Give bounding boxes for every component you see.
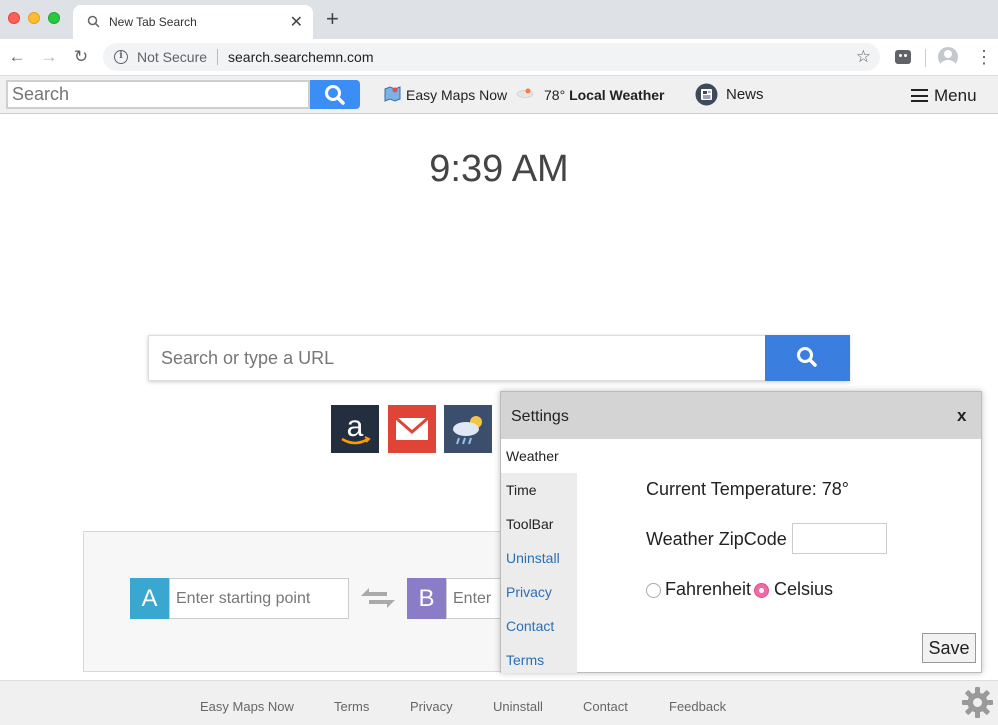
- hamburger-icon: [911, 89, 928, 102]
- settings-title: Settings: [511, 408, 569, 425]
- settings-link-privacy[interactable]: Privacy: [501, 575, 577, 609]
- footer-link-privacy[interactable]: Privacy: [410, 699, 453, 714]
- weather-temp: 78°: [544, 87, 566, 103]
- clock: 9:39 AM: [429, 148, 569, 190]
- search-icon: [325, 85, 345, 105]
- footer-link-contact[interactable]: Contact: [583, 699, 628, 714]
- reload-icon[interactable]: ↻: [71, 47, 91, 67]
- settings-close-button[interactable]: x: [957, 406, 966, 426]
- footer-link-feedback[interactable]: Feedback: [669, 699, 726, 714]
- browser-toolbar: ← → ↻ i Not Secure search.searchemn.com …: [0, 39, 998, 76]
- forward-icon[interactable]: →: [39, 47, 59, 67]
- divider: [217, 49, 218, 65]
- security-status[interactable]: Not Secure: [137, 49, 207, 65]
- starting-point-input[interactable]: [169, 578, 349, 619]
- tab-close-icon[interactable]: ✕: [290, 12, 303, 32]
- fahrenheit-label[interactable]: Fahrenheit: [665, 579, 751, 600]
- footer-link-terms[interactable]: Terms: [334, 699, 369, 714]
- zipcode-input[interactable]: [792, 523, 887, 554]
- celsius-radio[interactable]: [754, 583, 769, 598]
- url-text[interactable]: search.searchemn.com: [228, 49, 374, 65]
- profile-avatar[interactable]: [938, 47, 958, 67]
- maximize-window-button[interactable]: [48, 12, 60, 24]
- divider: [925, 49, 926, 67]
- info-icon[interactable]: i: [114, 50, 128, 64]
- weather-label: Local Weather: [569, 87, 665, 103]
- settings-tab-toolbar[interactable]: ToolBar: [501, 507, 577, 541]
- news-icon: [695, 83, 718, 106]
- settings-link-contact[interactable]: Contact: [501, 609, 577, 643]
- amazon-icon: a: [341, 410, 371, 445]
- gear-icon[interactable]: [961, 686, 994, 719]
- local-weather-link[interactable]: 78° Local Weather: [544, 87, 665, 103]
- browser-menu-icon[interactable]: ⋮: [975, 48, 993, 66]
- fahrenheit-radio[interactable]: [646, 583, 661, 598]
- weather-rain-icon: [453, 416, 482, 445]
- current-temperature: Current Temperature: 78°: [646, 479, 849, 499]
- address-bar[interactable]: i Not Secure search.searchemn.com ☆: [103, 43, 880, 71]
- new-tab-button[interactable]: +: [326, 8, 339, 30]
- tab-title: New Tab Search: [109, 15, 197, 29]
- zipcode-label: Weather ZipCode: [646, 529, 787, 549]
- svg-text:a: a: [347, 410, 364, 443]
- minimize-window-button[interactable]: [28, 12, 40, 24]
- settings-tab-time[interactable]: Time: [501, 473, 577, 507]
- footer-link-easy-maps[interactable]: Easy Maps Now: [200, 699, 294, 714]
- easy-maps-link[interactable]: Easy Maps Now: [406, 87, 507, 103]
- search-icon: [797, 347, 817, 367]
- save-button[interactable]: Save: [922, 633, 976, 663]
- mail-icon: [395, 416, 429, 440]
- toolbar-search-button[interactable]: [310, 80, 360, 109]
- toolbar-search-input[interactable]: [6, 80, 310, 109]
- main-search-input[interactable]: [149, 336, 765, 380]
- browser-tab-bar: New Tab Search ✕ +: [0, 0, 998, 39]
- close-window-button[interactable]: [8, 12, 20, 24]
- weather-cloud-icon: [516, 88, 534, 98]
- back-icon[interactable]: ←: [7, 47, 27, 67]
- settings-tab-weather[interactable]: Weather: [501, 439, 577, 473]
- extension-robot-icon[interactable]: [895, 50, 911, 64]
- main-search-bar: [148, 335, 850, 381]
- menu-button[interactable]: Menu: [911, 86, 977, 106]
- footer-link-uninstall[interactable]: Uninstall: [493, 699, 543, 714]
- settings-nav: Weather Time ToolBar Uninstall Privacy C…: [501, 439, 577, 673]
- swap-arrows-icon[interactable]: [359, 586, 397, 610]
- gmail-shortcut[interactable]: [388, 405, 436, 453]
- point-b-badge: B: [407, 578, 446, 619]
- bookmark-star-icon[interactable]: ☆: [856, 47, 871, 67]
- map-icon: [384, 86, 401, 102]
- amazon-shortcut[interactable]: a: [331, 405, 379, 453]
- menu-label: Menu: [934, 86, 977, 105]
- browser-tab[interactable]: New Tab Search ✕: [73, 5, 313, 39]
- settings-link-uninstall[interactable]: Uninstall: [501, 541, 577, 575]
- point-a-badge: A: [130, 578, 169, 619]
- settings-panel: Settings x Weather Time ToolBar Uninstal…: [500, 391, 982, 673]
- news-link[interactable]: News: [726, 86, 764, 103]
- page-toolbar: Easy Maps Now 78° Local Weather News Men…: [0, 76, 998, 114]
- search-icon: [87, 15, 100, 28]
- settings-header: Settings x: [501, 392, 981, 439]
- weather-shortcut[interactable]: [444, 405, 492, 453]
- celsius-label[interactable]: Celsius: [774, 579, 833, 600]
- main-search-button[interactable]: [765, 335, 850, 381]
- destination-input[interactable]: [446, 578, 500, 619]
- footer: Easy Maps Now Terms Privacy Uninstall Co…: [0, 680, 998, 725]
- settings-link-terms[interactable]: Terms: [501, 643, 577, 677]
